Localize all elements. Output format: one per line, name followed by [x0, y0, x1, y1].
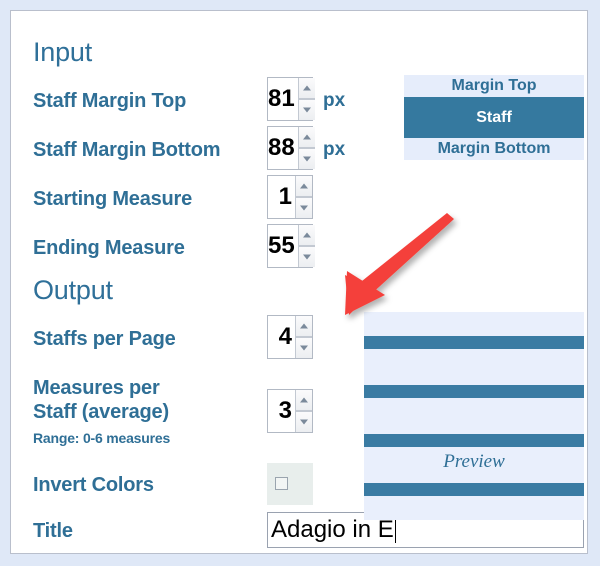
staff-margin-top-value[interactable]: 81 — [268, 78, 298, 120]
staff-layout-preview — [364, 312, 584, 520]
stepper-down-icon[interactable] — [296, 197, 312, 218]
ending-measure-stepper[interactable]: 55 — [267, 224, 315, 268]
stepper-up-icon[interactable] — [298, 225, 315, 246]
preview-staff-bar — [364, 385, 584, 398]
measures-per-staff-label-line2: Staff (average) — [33, 401, 169, 423]
stepper-arrows — [297, 127, 315, 169]
preview-gap — [364, 398, 584, 416]
staff-margin-bottom-value[interactable]: 88 — [268, 127, 298, 169]
stepper-up-icon[interactable] — [296, 176, 312, 197]
measures-per-staff-value[interactable]: 3 — [268, 390, 295, 432]
stepper-up-icon[interactable] — [296, 390, 312, 411]
preview-gap — [364, 318, 584, 336]
starting-measure-value[interactable]: 1 — [268, 176, 295, 218]
preview-gap — [364, 496, 584, 514]
stepper-down-icon[interactable] — [298, 246, 315, 267]
stepper-arrows — [295, 176, 312, 218]
stepper-down-icon[interactable] — [296, 411, 312, 432]
staff-margin-bottom-label: Staff Margin Bottom — [33, 139, 221, 161]
measures-per-staff-stepper[interactable]: 3 — [267, 389, 313, 433]
staff-margin-top-stepper[interactable]: 81 — [267, 77, 315, 121]
starting-measure-stepper[interactable]: 1 — [267, 175, 313, 219]
staffs-per-page-stepper[interactable]: 4 — [267, 315, 313, 359]
preview-gap — [364, 349, 584, 367]
staff-margin-bottom-unit: px — [323, 139, 346, 160]
title-input-value[interactable]: Adagio in E — [271, 516, 394, 544]
starting-measure-label: Starting Measure — [33, 188, 193, 210]
invert-colors-checkbox[interactable] — [275, 477, 288, 490]
diagram-staff-band: Staff — [404, 97, 584, 138]
invert-colors-label: Invert Colors — [33, 474, 154, 496]
stepper-arrows — [297, 78, 315, 120]
preview-staff-bar — [364, 434, 584, 447]
stepper-down-icon[interactable] — [298, 99, 315, 120]
stepper-up-icon[interactable] — [298, 78, 315, 99]
preview-gap — [364, 416, 584, 434]
measures-per-staff-hint: Range: 0-6 measures — [33, 430, 171, 446]
staffs-per-page-label: Staffs per Page — [33, 328, 176, 350]
settings-panel: Input Staff Margin Top 81 px Staff Margi… — [10, 10, 588, 554]
invert-colors-cell[interactable] — [267, 463, 313, 505]
diagram-margin-top-band: Margin Top — [404, 75, 584, 97]
preview-staff-bar — [364, 336, 584, 349]
output-section-heading: Output — [33, 275, 113, 305]
stepper-up-icon[interactable] — [298, 127, 315, 148]
measures-per-staff-label-line1: Measures per — [33, 377, 160, 399]
title-label: Title — [33, 520, 73, 542]
stepper-down-icon[interactable] — [296, 337, 312, 358]
ending-measure-label: Ending Measure — [33, 237, 185, 259]
preview-gap — [364, 367, 584, 385]
stepper-arrows — [295, 316, 312, 358]
input-section-heading: Input — [33, 37, 93, 67]
text-caret — [394, 517, 396, 543]
diagram-margin-bottom-band: Margin Bottom — [404, 138, 584, 160]
stepper-down-icon[interactable] — [298, 148, 315, 169]
stepper-arrows — [295, 390, 312, 432]
preview-caption: Preview — [443, 451, 505, 472]
stepper-arrows — [297, 225, 315, 267]
staff-margin-diagram: Margin Top Staff Margin Bottom — [404, 75, 584, 160]
preview-staff-bar — [364, 483, 584, 496]
staff-margin-top-unit: px — [323, 90, 346, 111]
ending-measure-value[interactable]: 55 — [268, 225, 298, 267]
staffs-per-page-value[interactable]: 4 — [268, 316, 295, 358]
staff-margin-top-label: Staff Margin Top — [33, 90, 187, 112]
staff-margin-bottom-stepper[interactable]: 88 — [267, 126, 315, 170]
stepper-up-icon[interactable] — [296, 316, 312, 337]
